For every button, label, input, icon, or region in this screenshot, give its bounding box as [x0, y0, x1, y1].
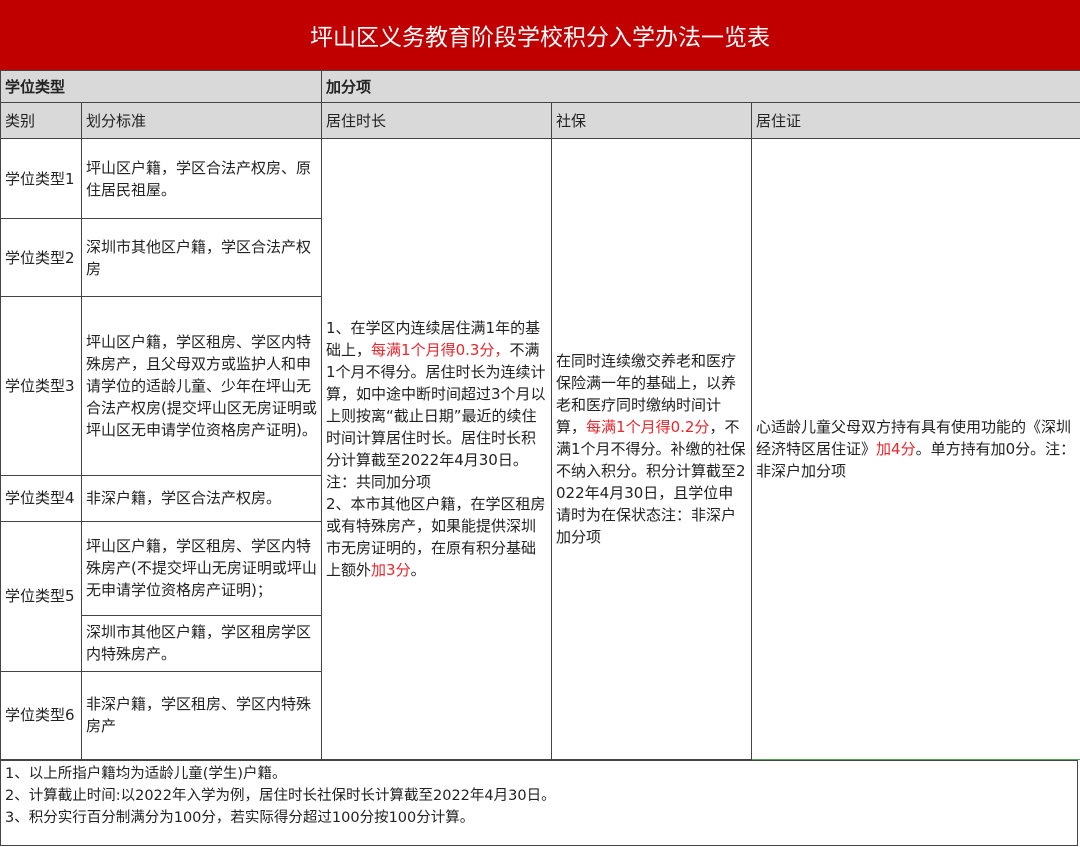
col-header-type: 类别	[0, 102, 82, 140]
residence-bonus-highlight: 加3分	[371, 561, 411, 580]
residence-highlight: 每满1个月得0.3分，	[371, 341, 510, 360]
points-table: 学位类型 加分项 类别 划分标准 居住时长 社保 居住证 学位类型1 坪山区户籍…	[0, 69, 1080, 761]
row-type: 学位类型2	[0, 218, 82, 298]
row-criteria: 非深户籍，学区租房、学区内特殊房产	[80, 670, 323, 761]
page-title: 坪山区义务教育阶段学校积分入学办法一览表	[0, 0, 1080, 71]
row-criteria: 非深户籍，学区合法产权房。	[80, 474, 323, 522]
residence-rule: 1、在学区内连续居住满1年的基础上，每满1个月得0.3分，不满1个月不得分。居住…	[321, 138, 553, 760]
social-highlight: 每满1个月得0.2分	[586, 418, 710, 437]
table-sheet: 坪山区义务教育阶段学校积分入学办法一览表 学位类型 加分项 类别 划分标准 居住…	[0, 0, 1080, 847]
permit-highlight: 加4分	[876, 440, 916, 459]
row-type: 学位类型1	[0, 138, 82, 220]
footnote: 1、以上所指户籍均为适龄儿童(学生)户籍。	[5, 766, 287, 782]
row-criteria: 坪山区户籍，学区租房、学区内特殊房产(不提交坪山无房证明或坪山无申请学位资格房产…	[80, 520, 323, 616]
footnote: 3、积分实行百分制满分为100分，若实际得分超过100分按100分计算。	[5, 810, 475, 826]
group-header-type: 学位类型	[0, 69, 323, 104]
row-type: 学位类型4	[0, 474, 82, 522]
footnote: 2、计算截止时间:以2022年入学为例，居住时长社保时长计算截至2022年4月3…	[5, 788, 556, 804]
footnotes: 1、以上所指户籍均为适龄儿童(学生)户籍。 2、计算截止时间:以2022年入学为…	[0, 760, 1078, 846]
row-criteria: 坪山区户籍，学区合法产权房、原住居民祖屋。	[80, 138, 323, 220]
row-type: 学位类型6	[0, 670, 82, 761]
row-criteria: 坪山区户籍，学区租房、学区内特殊房产，且父母双方或监护人和申请学位的适龄儿童、少…	[80, 296, 323, 476]
group-header-bonus: 加分项	[321, 69, 1080, 104]
row-type: 学位类型5	[0, 520, 82, 672]
col-header-social: 社保	[551, 102, 753, 140]
social-rule: 在同时连续缴交养老和医疗保险满一年的基础上，以养老和医疗同时缴纳时间计算，每满1…	[551, 138, 753, 760]
row-type: 学位类型3	[0, 296, 82, 476]
row-criteria: 深圳市其他区户籍，学区租房学区内特殊房产。	[80, 614, 323, 672]
row-criteria: 深圳市其他区户籍，学区合法产权房	[80, 218, 323, 298]
col-header-permit: 居住证	[751, 102, 1080, 140]
col-header-criteria: 划分标准	[80, 102, 323, 140]
permit-rule: 心适龄儿童父母双方持有具有使用功能的《深圳经济特区居住证》加4分。单方持有加0分…	[751, 138, 1080, 760]
col-header-residence: 居住时长	[321, 102, 553, 140]
